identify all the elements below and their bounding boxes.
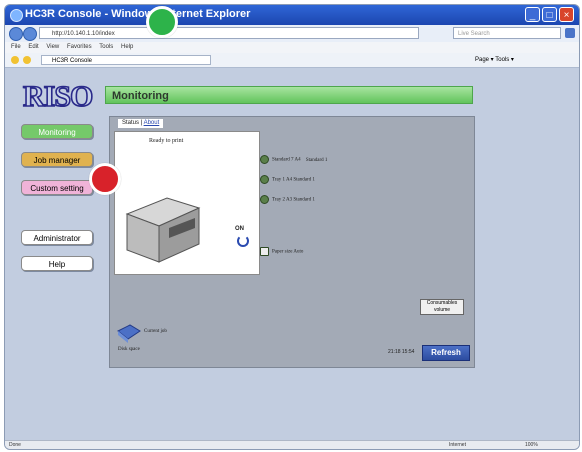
nav-monitoring-button[interactable]: Monitoring [21,124,93,139]
menu-favorites[interactable]: Favorites [67,44,92,50]
zoom-level[interactable]: 100% [525,441,538,449]
nav-administrator-button[interactable]: Administrator [21,230,93,245]
favorites-star-icon[interactable] [11,56,19,64]
refresh-button[interactable]: Refresh [422,345,470,361]
consumables-volume-button[interactable]: Consumables volume [420,299,464,315]
favorites-bar: HC3R Console Page ▾ Tools ▾ [5,53,579,68]
tab-about[interactable]: About [144,120,160,126]
search-icon[interactable] [565,28,575,38]
browser-tab[interactable]: HC3R Console [41,55,211,65]
url-input[interactable]: http://10.140.1.10/index [39,27,419,39]
browser-status-bar: Done Internet 100% [5,440,579,449]
paper-size-row: Paper size Auto [260,247,303,256]
window-title: HC3R Console - Windows Internet Explorer [25,8,251,20]
power-icon[interactable] [237,235,249,247]
minimize-button[interactable]: _ [525,7,540,22]
riso-logo: RISO [22,79,94,114]
red-marker-dot [89,163,121,195]
add-favorite-icon[interactable] [23,56,31,64]
forward-button[interactable] [23,27,37,41]
printer-status-area: Ready to print ON [114,131,260,275]
printer-icon [125,197,201,263]
paper-row-1: Standard 7 A4 Standard 1 [260,155,327,164]
current-job-label: Current job [144,329,167,334]
nav-job-manager-button[interactable]: Job manager [21,152,93,167]
tray-2-row: Tray 2 A3 Standard 1 [260,195,315,204]
address-bar: http://10.140.1.10/index Live Search [5,25,579,43]
ready-status-text: Ready to print [149,138,184,144]
menu-file[interactable]: File [11,44,21,50]
menu-view[interactable]: View [46,44,59,50]
status-panel: Status | About Ready to print ON Standar… [109,116,475,368]
status-tabs: Status | About [118,119,164,128]
page-content: RISO Monitoring Job manager Custom setti… [5,68,579,440]
search-input[interactable]: Live Search [453,27,561,39]
tray-1-icon [260,175,269,184]
tab-status[interactable]: Status [122,120,139,126]
ie-icon [10,9,23,22]
menu-edit[interactable]: Edit [28,44,38,50]
menu-bar: File Edit View Favorites Tools Help [5,42,579,53]
status-text: Done [9,442,21,448]
title-bar: HC3R Console - Windows Internet Explorer… [5,5,579,25]
timestamp: 21:18 15:54 [388,349,415,355]
menu-tools[interactable]: Tools [99,44,113,50]
disk-space-label: Disk space [118,347,140,352]
search-placeholder: Live Search [458,31,490,37]
on-label: ON [235,226,244,232]
tray-2-icon [260,195,269,204]
green-marker-dot [146,6,178,38]
browser-window: HC3R Console - Windows Internet Explorer… [4,4,580,450]
current-job-icon [117,324,141,343]
tray-1-row: Tray 1 A4 Standard 1 [260,175,315,184]
maximize-button[interactable]: □ [542,7,557,22]
paper-icon [260,155,269,164]
nav-custom-setting-button[interactable]: Custom setting [21,180,93,195]
close-button[interactable]: × [559,7,574,22]
zone-text: Internet [449,442,466,448]
url-text: http://10.140.1.10/index [52,31,115,37]
menu-help[interactable]: Help [121,44,133,50]
nav-help-button[interactable]: Help [21,256,93,271]
paper-size-icon [260,247,269,256]
page-title: Monitoring [105,86,473,104]
back-button[interactable] [9,27,23,41]
tab-label: HC3R Console [52,58,93,64]
page-tools-menu[interactable]: Page ▾ Tools ▾ [475,55,514,65]
